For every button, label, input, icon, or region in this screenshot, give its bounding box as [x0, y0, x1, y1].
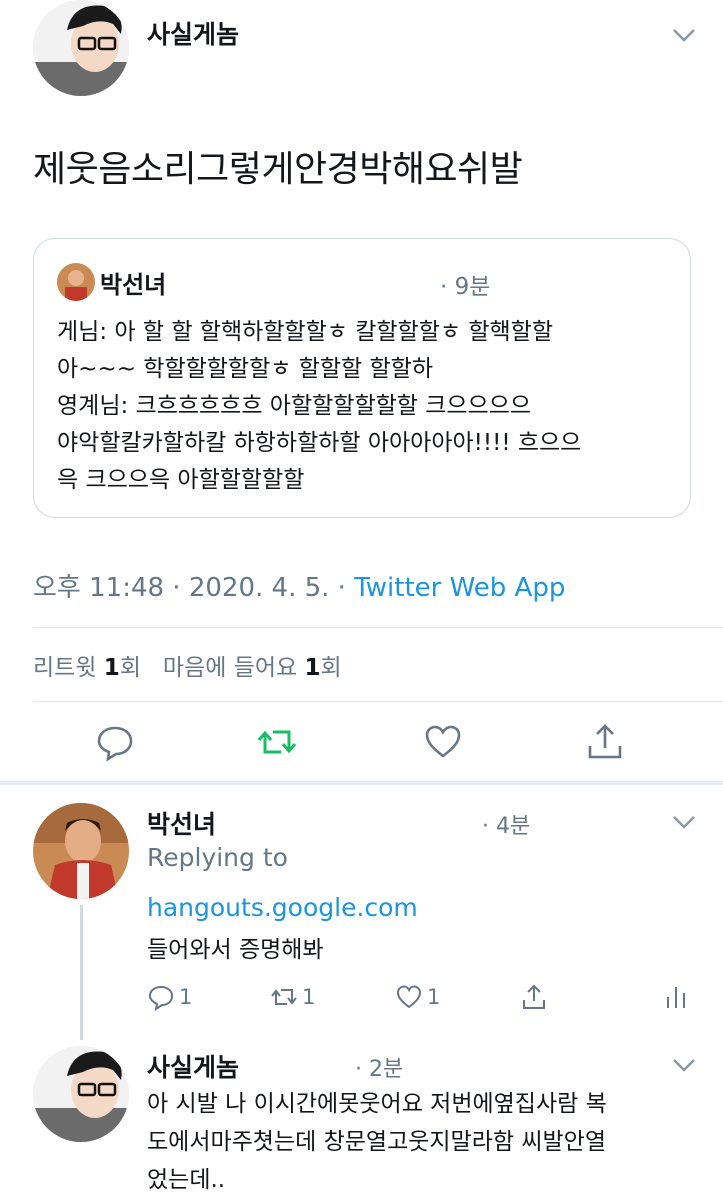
- reply-author-name[interactable]: 박선녀: [147, 805, 216, 841]
- tweet-text: 제웃음소리그렇게안경박해요쉬발: [33, 149, 523, 190]
- quoted-text-line: 아~~~ 학할할할할할ㅎ 할할할 할할하: [57, 356, 433, 382]
- tweet-timestamp[interactable]: 오후 11:48 · 2020. 4. 5. ·: [33, 573, 354, 603]
- reply-timestamp[interactable]: · 4분: [482, 808, 530, 840]
- quoted-author-name: 박선녀: [100, 271, 167, 299]
- likes-label: 마음에 들어요: [162, 655, 298, 681]
- analytics-icon: [667, 987, 685, 1008]
- quoted-text-line: 게님: 아 할 할 할핵하할할할ㅎ 칼할할할ㅎ 할핵할할: [57, 319, 553, 345]
- reply-timestamp[interactable]: · 2분: [355, 1051, 403, 1083]
- share-button[interactable]: [520, 982, 548, 1012]
- reply-text-line: 도에서마주쳣는데 창문열고웃지말라함 씨발안열: [147, 1129, 606, 1155]
- reply-button[interactable]: 1: [147, 982, 192, 1012]
- share-icon[interactable]: [585, 722, 625, 762]
- retweets-count: 1: [103, 655, 120, 681]
- likes-unit: 회: [320, 655, 342, 681]
- reply-link[interactable]: hangouts.google.com: [147, 893, 418, 922]
- engagement-stats: 리트윗 1회 마음에 들어요 1회: [33, 648, 342, 682]
- reply-count: 1: [179, 985, 193, 1009]
- reply-text-line: 었는데..: [147, 1167, 226, 1193]
- tweet-metadata: 오후 11:48 · 2020. 4. 5. · Twitter Web App: [33, 567, 565, 604]
- likes-stat[interactable]: 마음에 들어요 1회: [163, 655, 342, 681]
- retweet-count: 1: [302, 985, 316, 1009]
- retweets-label: 리트윗: [33, 655, 97, 681]
- reply-author-name[interactable]: 사실게놈: [147, 1048, 239, 1084]
- replying-to-label: Replying to: [147, 843, 288, 872]
- thread-connector: [80, 905, 83, 1040]
- reply-author-avatar[interactable]: [33, 1046, 129, 1142]
- like-icon[interactable]: [423, 722, 463, 762]
- retweet-button[interactable]: 1: [270, 982, 315, 1012]
- reply-icon: [148, 985, 174, 1011]
- section-separator: [0, 781, 723, 785]
- quoted-text-line: 영계님: 크흐흐흐흐흐 아할할할할할할 크으으으으: [57, 393, 532, 419]
- analytics-button[interactable]: [662, 982, 690, 1012]
- quoted-text-line: 윽 크으으윽 아할할할할할: [57, 467, 305, 493]
- chevron-down-icon[interactable]: [670, 1055, 698, 1075]
- retweet-icon: [271, 989, 297, 1005]
- retweets-stat[interactable]: 리트윗 1회: [33, 655, 141, 681]
- reply-icon[interactable]: [95, 722, 135, 762]
- quoted-tweet-text: 게님: 아 할 할 할핵하할할할ㅎ 칼할할할ㅎ 할핵할할 아~~~ 학할할할할할…: [57, 314, 677, 499]
- tweet-source-link[interactable]: Twitter Web App: [354, 573, 565, 603]
- retweet-icon[interactable]: [257, 722, 297, 762]
- divider: [33, 701, 723, 702]
- reply-text-line: 아 시발 나 이시간에못웃어요 저번에옆집사람 복: [147, 1091, 607, 1117]
- reply-text: 아 시발 나 이시간에못웃어요 저번에옆집사람 복 도에서마주쳣는데 창문열고웃…: [147, 1085, 707, 1199]
- quoted-timestamp: · 9분: [440, 274, 491, 300]
- like-count: 1: [427, 985, 441, 1009]
- likes-count: 1: [304, 655, 321, 681]
- like-button[interactable]: 1: [395, 982, 440, 1012]
- quoted-author-avatar: [57, 263, 95, 301]
- chevron-down-icon[interactable]: [670, 25, 698, 45]
- chevron-down-icon[interactable]: [670, 812, 698, 832]
- author-name[interactable]: 사실게놈: [147, 15, 239, 51]
- divider: [33, 627, 723, 628]
- like-icon: [396, 985, 422, 1009]
- reply-author-avatar[interactable]: [33, 803, 129, 899]
- reply-text: 들어와서 증명해봐: [147, 937, 324, 963]
- author-avatar[interactable]: [33, 0, 129, 96]
- retweets-unit: 회: [119, 655, 141, 681]
- share-icon: [523, 984, 545, 1009]
- quoted-text-line: 야악할칼카할하칼 하항하할하할 아아아아아!!!! 흐으으: [57, 430, 582, 456]
